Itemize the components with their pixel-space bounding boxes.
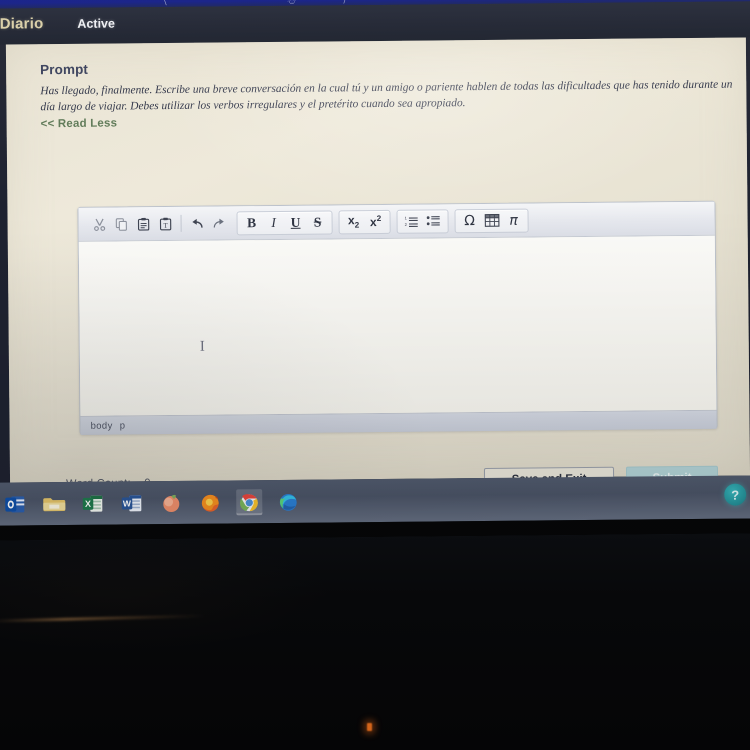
header-tabs: Diario Active (0, 15, 115, 33)
read-less-link[interactable]: << Read Less (41, 112, 739, 130)
element-path-p[interactable]: p (120, 420, 126, 431)
undo-icon[interactable] (185, 212, 207, 234)
photo-of-laptop-screen: \ ☃ / Diario Active Prompt Has llegado, … (0, 0, 750, 750)
assignment-card: Prompt Has llegado, finalmente. Escribe … (5, 37, 750, 492)
cut-icon[interactable] (88, 213, 110, 235)
taskbar-item-word[interactable]: W (119, 490, 145, 516)
toolbar-separator (180, 214, 182, 232)
taskbar-item-chrome[interactable] (236, 488, 263, 515)
tab-course-diario[interactable]: Diario (0, 15, 43, 32)
paste-icon[interactable] (132, 213, 154, 235)
special-character-icon[interactable]: Ω (458, 210, 480, 232)
copy-icon[interactable] (110, 213, 132, 235)
laptop-screen: \ ☃ / Diario Active Prompt Has llegado, … (0, 0, 750, 541)
taskbar-item-excel[interactable]: X (80, 490, 106, 516)
svg-text:1: 1 (405, 215, 408, 220)
element-path-body[interactable]: body (90, 420, 112, 431)
taskbar-item-outlook[interactable] (2, 491, 28, 517)
subscript-icon[interactable]: x2 (342, 211, 364, 233)
numbered-list-icon[interactable]: 1 2 (400, 210, 422, 232)
editor-canvas[interactable]: I (78, 235, 717, 416)
underline-icon[interactable]: U (284, 211, 306, 233)
toolbar-group-clipboard: T (84, 211, 233, 236)
bulleted-list-icon[interactable] (422, 210, 444, 232)
toolbar-group-insert: Ω π (454, 208, 529, 233)
svg-text:X: X (85, 498, 91, 508)
rich-text-editor[interactable]: T B I U S x2 x2 1 2 Ω π I body p (77, 200, 718, 435)
paste-as-text-icon[interactable]: T (154, 212, 176, 234)
prompt-text: Has llegado, finalmente. Escribe una bre… (40, 78, 733, 114)
tab-status-active[interactable]: Active (77, 17, 115, 31)
strikethrough-icon[interactable]: S (306, 211, 328, 233)
bold-icon[interactable]: B (240, 212, 262, 234)
toolbar-group-lists: 1 2 (396, 208, 449, 234)
redo-icon[interactable] (207, 212, 229, 234)
text-cursor-icon: I (199, 338, 205, 355)
italic-icon[interactable]: I (262, 211, 284, 233)
desk-surface (0, 533, 750, 750)
prompt-heading: Prompt (40, 61, 89, 78)
clipped-glyph-1: \ (163, 0, 167, 9)
svg-text:W: W (123, 498, 132, 508)
math-icon[interactable]: π (502, 209, 524, 231)
svg-text:2: 2 (405, 222, 408, 227)
power-led-indicator (367, 723, 372, 731)
taskbar-item-edge[interactable] (275, 488, 301, 514)
superscript-icon[interactable]: x2 (364, 210, 386, 232)
taskbar-item-peach-app[interactable] (158, 489, 184, 515)
svg-text:T: T (163, 221, 168, 229)
toolbar-group-basic-styles: B I U S (236, 209, 333, 235)
toolbar-group-script: x2 x2 (338, 209, 391, 234)
windows-taskbar: X W (0, 475, 750, 526)
help-question-icon[interactable]: ? (724, 483, 747, 506)
taskbar-item-firefox[interactable] (197, 489, 223, 515)
table-icon[interactable] (480, 209, 502, 231)
taskbar-item-file-explorer[interactable] (41, 490, 67, 516)
